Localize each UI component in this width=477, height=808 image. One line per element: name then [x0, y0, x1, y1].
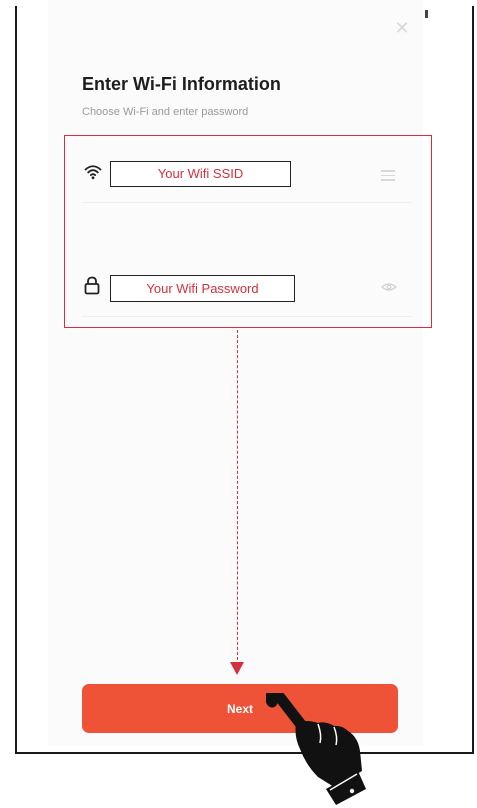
- page-title: Enter Wi-Fi Information: [82, 74, 281, 94]
- annotation-arrow-head: [230, 662, 244, 675]
- page-subtitle: Choose Wi-Fi and enter password: [82, 106, 249, 118]
- annotation-highlight-box: [64, 135, 432, 328]
- pointing-hand-icon: [266, 693, 366, 805]
- status-indicator: [425, 10, 428, 18]
- close-icon[interactable]: ✕: [392, 18, 412, 38]
- annotation-dotted-arrow: [237, 330, 238, 665]
